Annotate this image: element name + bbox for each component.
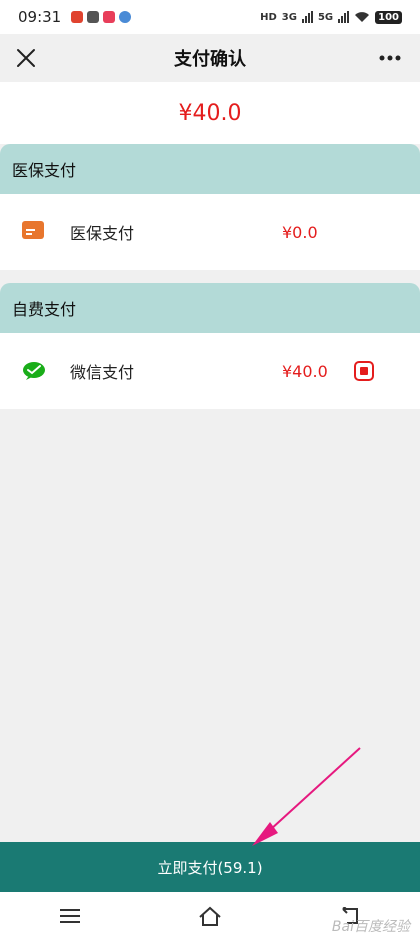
section-title-self-pay: 自费支付 [12, 300, 77, 319]
wifi-icon [355, 12, 370, 22]
battery-indicator: 100 [375, 10, 402, 24]
payment-option-amount: ¥0.0 [282, 222, 318, 242]
hd-indicator: HD [260, 11, 277, 23]
payment-option-wechat[interactable]: 微信支付 ¥40.0 [0, 333, 420, 409]
section-title-insurance: 医保支付 [12, 161, 77, 180]
close-button[interactable] [8, 40, 44, 76]
status-indicators: HD 3G 5G 100 [260, 10, 402, 24]
network-5g-label: 5G [317, 11, 334, 23]
page-header: 支付确认 [0, 34, 420, 82]
news-app-icon [71, 11, 84, 23]
menu-icon [60, 909, 80, 923]
page-title: 支付确认 [174, 49, 246, 70]
home-icon [199, 906, 221, 926]
card-icon [22, 221, 44, 239]
network-3g-label: 3G [281, 11, 297, 23]
wechat-pay-icon [23, 362, 45, 380]
checkbox-fill [360, 367, 368, 375]
close-icon [17, 49, 35, 67]
payment-option-insurance[interactable]: 医保支付 ¥0.0 [0, 194, 420, 270]
pay-now-label: 立即支付(59.1) [157, 858, 263, 877]
watermark-text: Bai百度经验 [331, 919, 410, 935]
more-icon [379, 55, 401, 61]
signal-icon-2 [338, 11, 350, 23]
section-header-self-pay: 自费支付 [0, 283, 420, 333]
menu-button[interactable] [50, 898, 90, 934]
signal-icon [301, 11, 313, 23]
home-button[interactable] [190, 898, 230, 934]
assistant-app-icon [119, 11, 132, 23]
section-header-insurance: 医保支付 [0, 144, 420, 194]
status-time: 09:31 [18, 8, 62, 26]
payment-option-name: 医保支付 [70, 224, 135, 243]
payment-option-amount: ¥40.0 [282, 361, 328, 381]
shield-app-icon [87, 11, 100, 23]
more-button[interactable] [372, 40, 408, 76]
status-bar: 09:31 HD 3G 5G 100 [0, 0, 420, 34]
selected-checkbox[interactable] [354, 361, 374, 381]
status-app-icons [71, 11, 132, 23]
pay-now-button[interactable]: 立即支付(59.1) [0, 842, 420, 892]
payment-option-name: 微信支付 [70, 363, 135, 382]
shop-app-icon [103, 11, 116, 23]
total-amount-panel: ¥40.0 [0, 82, 420, 144]
total-amount: ¥40.0 [178, 100, 242, 126]
